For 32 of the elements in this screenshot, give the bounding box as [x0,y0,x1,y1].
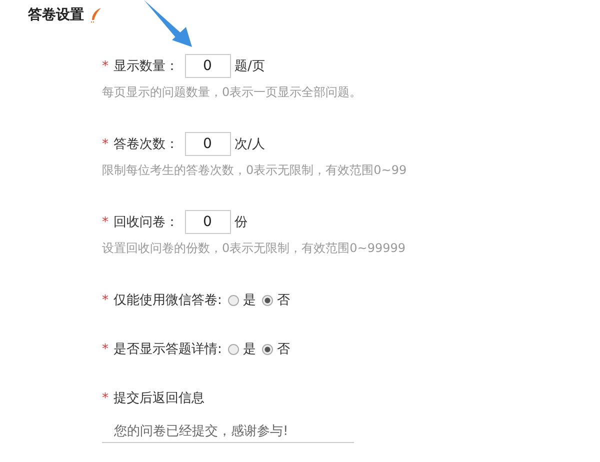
number-field[interactable]: 0 [184,210,230,234]
radio-label[interactable]: 否 [276,291,290,309]
radio-button[interactable] [228,294,239,306]
section-title: 答卷设置 [28,6,84,24]
feather-icon [90,7,102,23]
radio-button[interactable] [262,294,273,306]
required-mark: * [102,342,108,356]
field-label: 仅能使用微信答卷: [114,292,222,309]
field-label: 是否显示答题详情: [114,341,222,358]
field-label: 答卷次数： [114,136,178,153]
hint-text: 设置回收问卷的份数，0表示无限制，有效范围0~99999 [102,240,406,257]
radio-button[interactable] [228,344,239,354]
unit-label: 次/人 [234,136,265,153]
radio-label[interactable]: 是 [242,340,256,358]
pointer-arrow [142,0,194,48]
required-mark: * [102,292,108,308]
radio-label[interactable]: 是 [242,291,256,309]
required-mark: * [102,390,108,406]
required-mark: * [102,136,108,152]
number-field[interactable]: 0 [184,54,230,78]
field-label: 回收问卷： [114,214,178,231]
radio-label[interactable]: 否 [276,340,290,358]
field-label: 显示数量： [114,58,178,75]
required-mark: * [102,214,108,230]
required-mark: * [102,58,108,74]
radio-button[interactable] [262,344,273,354]
field-label: 提交后返回信息 [114,390,204,407]
hint-text: 限制每位考生的答卷次数，0表示无限制，有效范围0~99 [102,162,407,179]
unit-label: 份 [234,214,248,231]
hint-text: 每页显示的问题数量，0表示一页显示全部问题。 [102,84,362,101]
number-field[interactable]: 0 [184,132,230,156]
unit-label: 题/页 [234,58,265,75]
